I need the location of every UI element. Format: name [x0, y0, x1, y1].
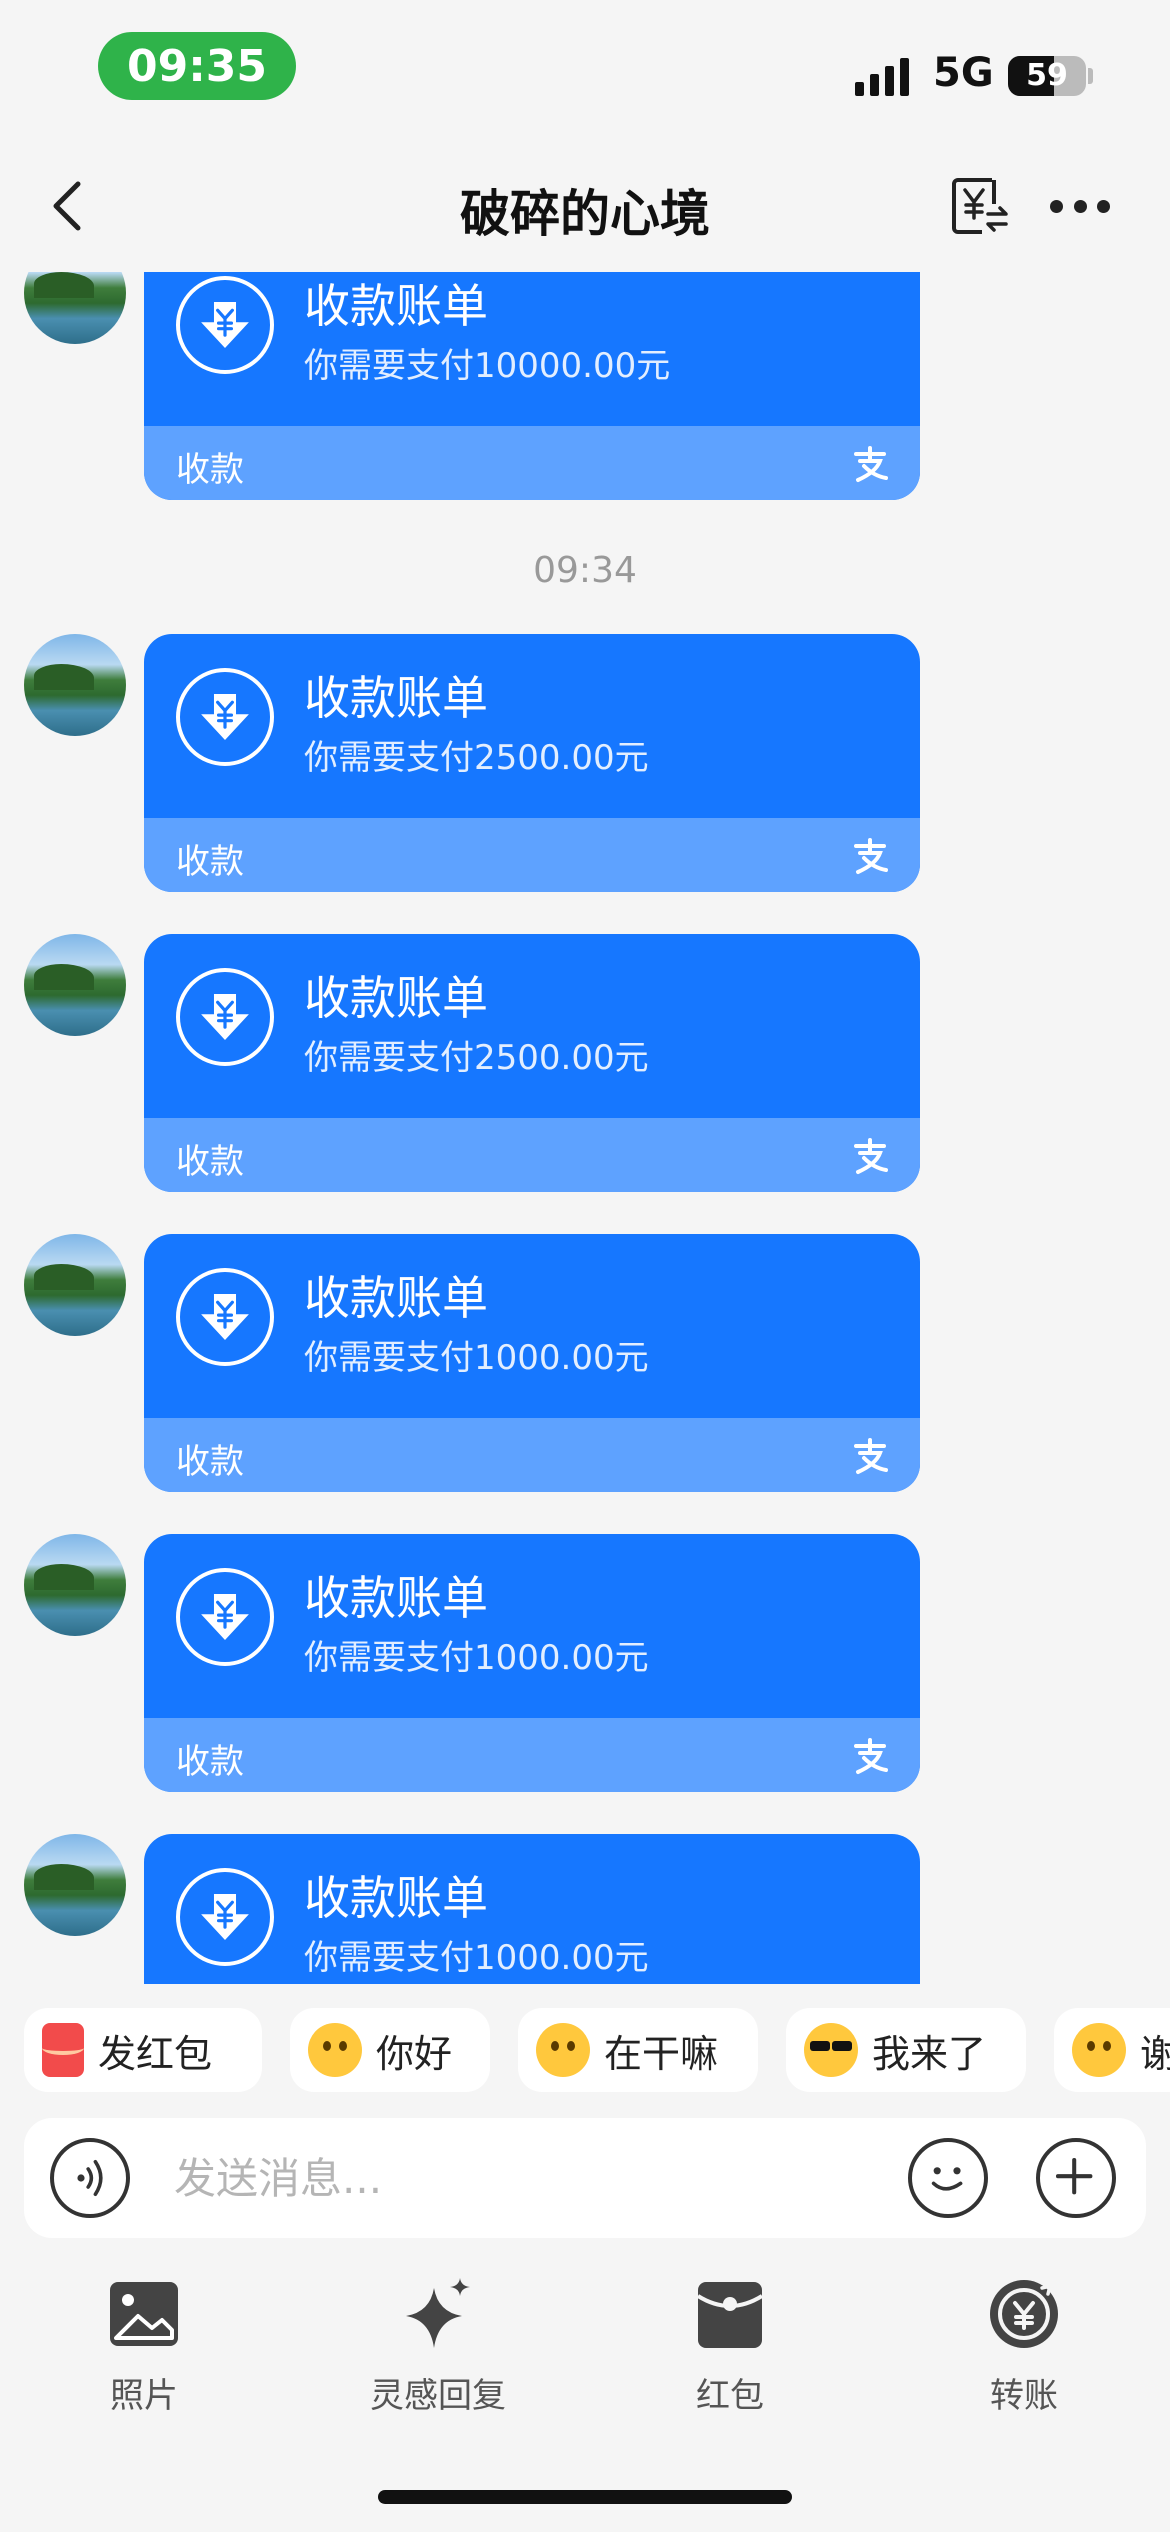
card-title: 收款账单	[304, 279, 488, 333]
signal-icon	[855, 58, 909, 96]
payment-request-card[interactable]: 收款账单 你需要支付1000.00元 收款	[144, 1534, 920, 1792]
alipay-icon	[854, 1138, 888, 1174]
card-label: 收款	[176, 842, 244, 882]
alipay-icon	[854, 1438, 888, 1474]
card-title: 收款账单	[304, 1271, 488, 1325]
yuan-download-icon	[176, 1568, 274, 1666]
emoji-icon[interactable]	[908, 2138, 988, 2218]
card-label: 收款	[176, 1442, 244, 1482]
quick-reply-red-envelope[interactable]: 发红包	[24, 2008, 262, 2092]
red-envelope-icon	[696, 2282, 764, 2348]
avatar[interactable]	[24, 1834, 126, 1936]
time-separator: 09:34	[533, 550, 637, 591]
yuan-download-icon	[176, 968, 274, 1066]
grin-emoji-icon	[1072, 2023, 1126, 2077]
network-type: 5G	[933, 50, 994, 96]
message-input[interactable]	[174, 2148, 894, 2208]
more-options-icon[interactable]	[1050, 194, 1110, 218]
payment-request-card[interactable]: 收款账单 你需要支付2500.00元 收款	[144, 934, 920, 1192]
yuan-download-icon	[176, 276, 274, 374]
payment-request-card[interactable]: 收款账单 你需要支付1000.00元 收款	[144, 1834, 920, 1984]
toolbar-label: 照片	[110, 2376, 178, 2416]
quick-reply-what-doing[interactable]: 在干嘛	[518, 2008, 758, 2092]
status-bar: 09:35 5G 59	[0, 0, 1170, 140]
toolbar-red-envelope[interactable]: 红包	[630, 2262, 830, 2442]
yuan-download-icon	[176, 668, 274, 766]
quick-reply-thanks[interactable]: 谢	[1054, 2008, 1170, 2092]
avatar[interactable]	[24, 934, 126, 1036]
message-list[interactable]: 收款账单 你需要支付10000.00元 收款 09:34 收款账单 你需要支付2…	[0, 272, 1170, 1984]
toolbar-photo[interactable]: 照片	[44, 2262, 244, 2442]
voice-icon[interactable]	[50, 2138, 130, 2218]
bottom-toolbar: 照片 灵感回复 红包 转账	[0, 2262, 1170, 2442]
battery-tip	[1088, 68, 1093, 84]
curious-emoji-icon	[536, 2023, 590, 2077]
card-label: 收款	[176, 450, 244, 490]
card-amount: 你需要支付10000.00元	[304, 346, 671, 386]
toolbar-inspiration-reply[interactable]: 灵感回复	[338, 2262, 538, 2442]
transfer-icon	[990, 2280, 1058, 2348]
quick-reply-hello[interactable]: 你好	[290, 2008, 490, 2092]
status-time[interactable]: 09:35	[98, 32, 296, 100]
payment-request-card[interactable]: 收款账单 你需要支付2500.00元 收款	[144, 634, 920, 892]
battery-icon: 59	[1008, 56, 1086, 96]
bill-exchange-icon[interactable]	[948, 174, 1012, 238]
payment-request-card[interactable]: 收款账单 你需要支付10000.00元 收款	[144, 272, 920, 500]
alipay-icon	[854, 838, 888, 874]
alipay-icon	[854, 446, 888, 482]
toolbar-label: 红包	[696, 2376, 764, 2416]
payment-request-card[interactable]: 收款账单 你需要支付1000.00元 收款	[144, 1234, 920, 1492]
alipay-icon	[854, 1738, 888, 1774]
avatar[interactable]	[24, 1534, 126, 1636]
battery-level: 59	[1026, 58, 1068, 93]
red-envelope-icon	[42, 2023, 84, 2077]
sparkle-icon	[406, 2278, 470, 2348]
yuan-download-icon	[176, 1868, 274, 1966]
quick-reply-here[interactable]: 我来了	[786, 2008, 1026, 2092]
avatar[interactable]	[24, 272, 126, 344]
yuan-download-icon	[176, 1268, 274, 1366]
quick-reply-label: 你好	[376, 2031, 453, 2076]
message-input-bar	[24, 2118, 1146, 2238]
quick-replies: 发红包 你好 在干嘛 我来了 谢	[0, 2008, 1170, 2092]
sunglasses-emoji-icon	[804, 2023, 858, 2077]
card-amount: 你需要支付1000.00元	[304, 1338, 649, 1378]
thinking-emoji-icon	[308, 2023, 362, 2077]
home-indicator[interactable]	[378, 2490, 792, 2504]
quick-reply-label: 谢	[1140, 2031, 1170, 2076]
avatar[interactable]	[24, 1234, 126, 1336]
quick-reply-label: 在干嘛	[604, 2031, 719, 2076]
card-amount: 你需要支付1000.00元	[304, 1938, 649, 1978]
avatar[interactable]	[24, 634, 126, 736]
plus-icon[interactable]	[1036, 2138, 1116, 2218]
card-amount: 你需要支付2500.00元	[304, 1038, 649, 1078]
card-title: 收款账单	[304, 971, 488, 1025]
toolbar-label: 转账	[990, 2376, 1058, 2416]
chat-header: 破碎的心境	[0, 140, 1170, 272]
card-title: 收款账单	[304, 1871, 488, 1925]
card-amount: 你需要支付1000.00元	[304, 1638, 649, 1678]
card-amount: 你需要支付2500.00元	[304, 738, 649, 778]
card-label: 收款	[176, 1742, 244, 1782]
quick-reply-label: 发红包	[98, 2031, 213, 2076]
card-title: 收款账单	[304, 1571, 488, 1625]
photo-icon	[110, 2282, 178, 2346]
toolbar-transfer[interactable]: 转账	[924, 2262, 1124, 2442]
toolbar-label: 灵感回复	[370, 2376, 506, 2416]
card-title: 收款账单	[304, 671, 488, 725]
card-label: 收款	[176, 1142, 244, 1182]
quick-reply-label: 我来了	[872, 2031, 987, 2076]
